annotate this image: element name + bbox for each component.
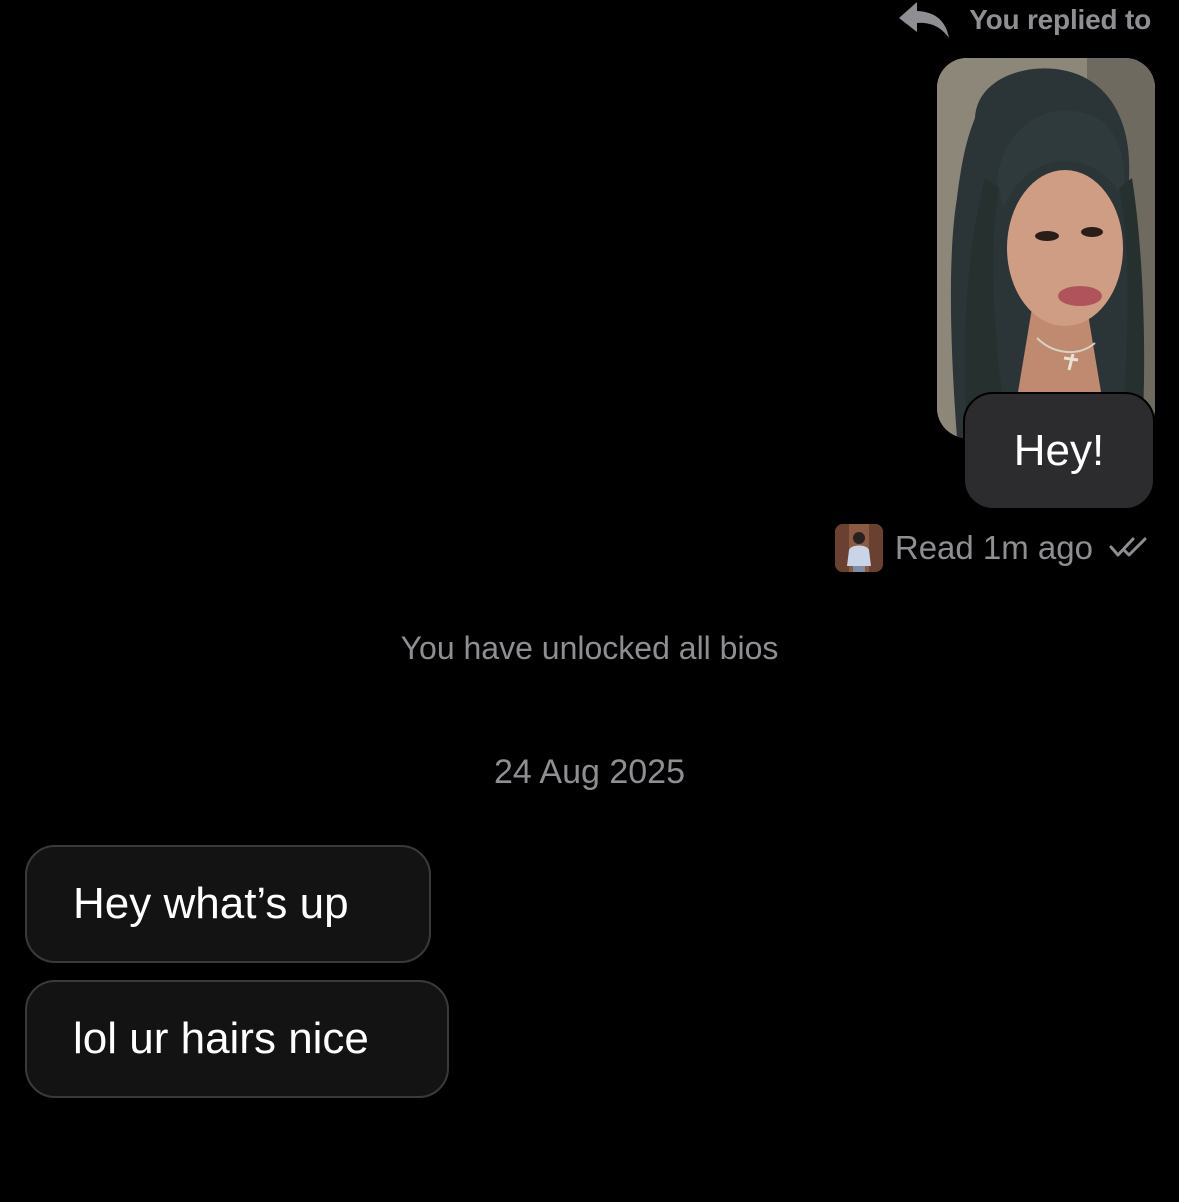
read-receipt: Read 1m ago	[834, 520, 1153, 576]
read-receipt-text: Read 1m ago	[894, 529, 1093, 566]
unlocked-bios-notice: You have unlocked all bios	[400, 630, 779, 666]
incoming-message-text: lol ur hairs nice	[73, 1014, 369, 1063]
reply-header: You replied to	[897, 0, 1151, 40]
replied-photo[interactable]	[937, 58, 1155, 438]
double-check-icon	[1109, 535, 1153, 561]
reply-arrow-icon	[897, 0, 951, 40]
date-separator: 24 Aug 2025	[494, 753, 685, 791]
incoming-message-bubble[interactable]: lol ur hairs nice	[25, 980, 449, 1098]
outgoing-message-text: Hey!	[1013, 426, 1105, 475]
incoming-message-bubble[interactable]: Hey what’s up	[25, 845, 431, 963]
incoming-message-text: Hey what’s up	[73, 879, 349, 928]
outgoing-message-bubble[interactable]: Hey!	[963, 392, 1155, 510]
avatar[interactable]	[834, 524, 883, 572]
reply-header-label: You replied to	[969, 4, 1151, 35]
